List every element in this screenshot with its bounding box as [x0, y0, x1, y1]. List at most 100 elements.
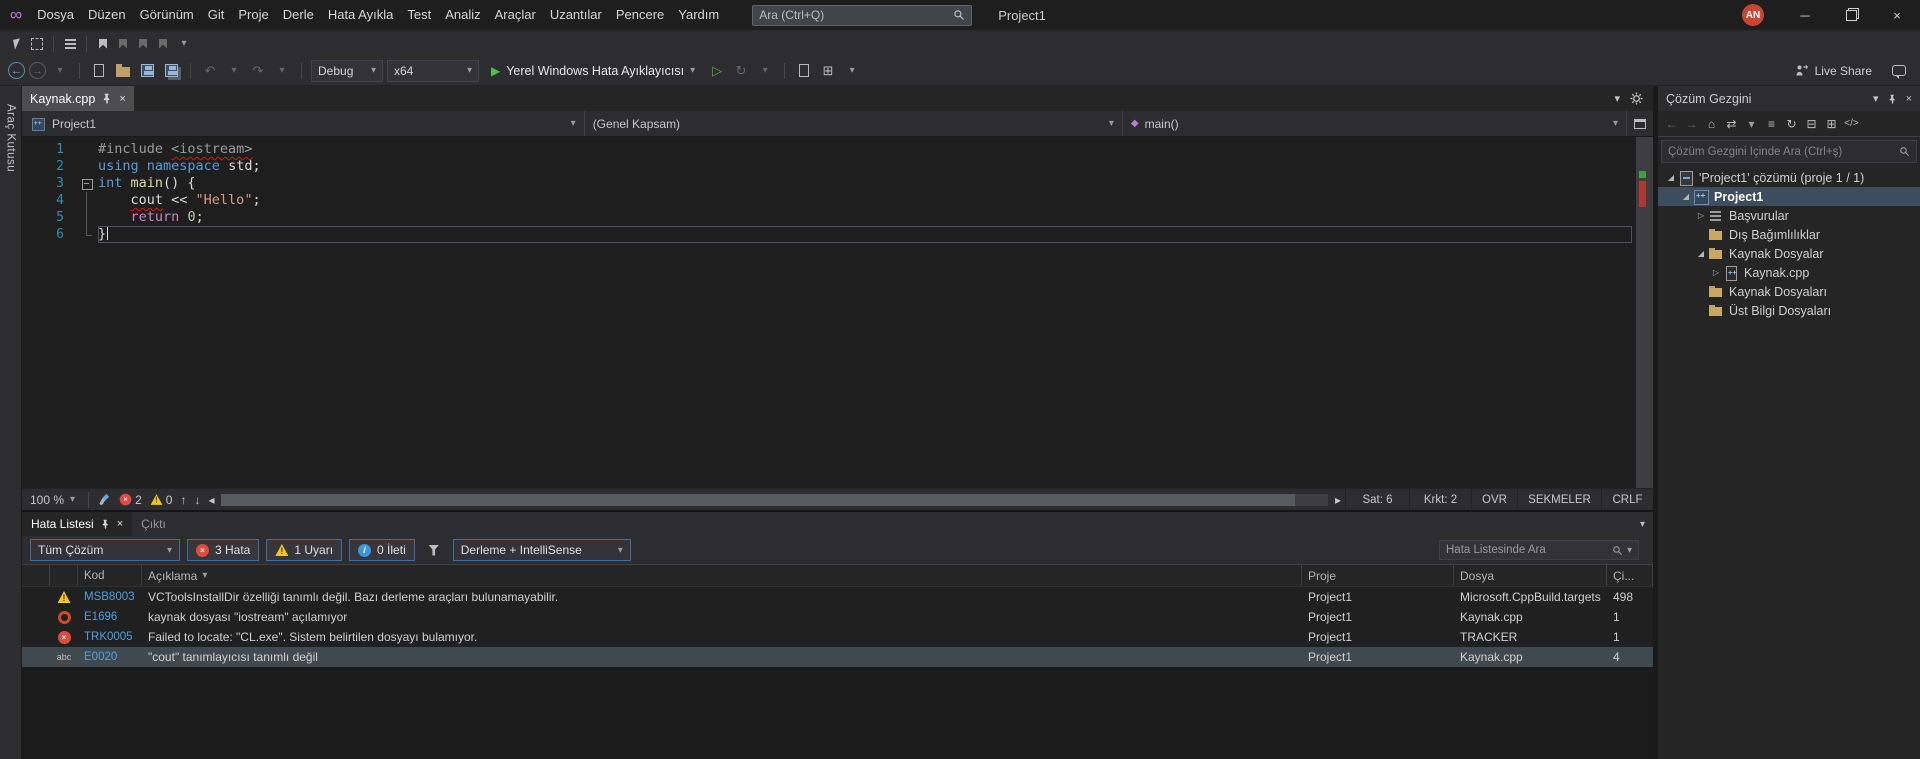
toolbar-overflow-chevron-icon[interactable]: ▾: [174, 34, 194, 54]
solution-platform-dropdown[interactable]: x64 ▾: [387, 59, 479, 82]
header-severity[interactable]: [50, 565, 78, 586]
scroll-right-icon[interactable]: ▸: [1331, 493, 1345, 507]
redo-icon[interactable]: ↷: [248, 61, 268, 81]
refresh-icon[interactable]: ↻: [1782, 114, 1801, 134]
tab-kaynak-cpp[interactable]: Kaynak.cpp ×: [22, 86, 134, 111]
code-cleanup-broom-icon[interactable]: [94, 493, 115, 506]
menu-dosya[interactable]: Dosya: [30, 0, 81, 30]
navigation-chevron-icon[interactable]: ▾: [50, 61, 70, 81]
hot-reload-icon[interactable]: ↻: [731, 61, 751, 81]
tab-output[interactable]: Çıktı: [132, 512, 175, 536]
document-warning-count[interactable]: 0: [146, 493, 177, 507]
menu-proje[interactable]: Proje: [231, 0, 275, 30]
open-file-icon[interactable]: [113, 61, 133, 81]
code-line-5[interactable]: 5 return 0;: [22, 209, 1636, 226]
solution-configuration-dropdown[interactable]: Debug ▾: [311, 59, 383, 82]
expander-icon[interactable]: ▷: [1694, 211, 1708, 220]
editor-options-gear-icon[interactable]: [1630, 92, 1643, 105]
menu-uzantılar[interactable]: Uzantılar: [543, 0, 609, 30]
editor-horizontal-scrollbar[interactable]: [221, 493, 1328, 506]
save-icon[interactable]: [137, 61, 157, 81]
error-row-E1696[interactable]: E1696 kaynak dosyası "iostream" açılamıyo…: [22, 607, 1653, 627]
scope-dropdown[interactable]: (Genel Kapsam) ▾: [584, 111, 1123, 136]
header-code[interactable]: Kod: [78, 565, 142, 586]
code-line-3[interactable]: 3 int main() {: [22, 175, 1636, 192]
next-issue-arrow-icon[interactable]: ↓: [190, 493, 204, 507]
home-icon[interactable]: ⌂: [1702, 114, 1721, 134]
new-file-icon[interactable]: [89, 61, 109, 81]
menu-yardım[interactable]: Yardım: [671, 0, 726, 30]
tree-item-kaynak-dosyaları[interactable]: Kaynak Dosyaları: [1658, 282, 1920, 301]
pending-changes-filter-icon[interactable]: ≡: [1762, 114, 1781, 134]
expander-icon[interactable]: ◢: [1679, 192, 1693, 201]
header-project[interactable]: Proje: [1302, 565, 1454, 586]
tab-error-list[interactable]: Hata Listesi ×: [22, 512, 133, 536]
error-list-search-box[interactable]: Hata Listesinde Ara ▾: [1439, 540, 1639, 560]
expander-icon[interactable]: ◢: [1694, 249, 1708, 258]
chevron-down-icon[interactable]: ▾: [1742, 114, 1761, 134]
project-dropdown[interactable]: Project1 ▾: [22, 111, 585, 136]
start-without-debugging-icon[interactable]: ▷: [707, 61, 727, 81]
close-icon[interactable]: ×: [117, 518, 123, 530]
messages-filter-button[interactable]: 0 İleti: [349, 539, 415, 561]
bookmark-toggle-icon[interactable]: [94, 35, 112, 53]
bookmark-previous-icon[interactable]: [114, 35, 132, 53]
feedback-icon[interactable]: [1892, 65, 1906, 79]
tree-item-başvurular[interactable]: ▷ Başvurular: [1658, 206, 1920, 225]
error-code[interactable]: TRK0005: [78, 631, 142, 643]
active-files-chevron-icon[interactable]: ▾: [1614, 92, 1620, 105]
start-debugging-button[interactable]: ▶ Yerel Windows Hata Ayıklayıcısı ▾: [483, 59, 703, 83]
panel-window-chevron-icon[interactable]: ▾: [1640, 519, 1645, 530]
menu-görünüm[interactable]: Görünüm: [133, 0, 201, 30]
line-display-icon[interactable]: [61, 35, 79, 53]
save-all-icon[interactable]: [161, 61, 181, 81]
chevron-down-icon[interactable]: ▾: [1627, 545, 1632, 556]
quick-search-box[interactable]: Ara (Ctrl+Q): [752, 4, 973, 26]
tree-item-project1[interactable]: ◢ Project1: [1658, 187, 1920, 206]
menu-pencere[interactable]: Pencere: [609, 0, 671, 30]
menu-hata-ayıkla[interactable]: Hata Ayıkla: [321, 0, 401, 30]
solution-explorer-title-bar[interactable]: Çözüm Gezgini ▾ ×: [1658, 86, 1920, 111]
tree-item--project1-çözümü-proje-1-1-[interactable]: ◢ 'Project1' çözümü (proje 1 / 1): [1658, 168, 1920, 187]
pin-icon[interactable]: [101, 519, 110, 529]
scope-filter-dropdown[interactable]: Tüm Çözüm ▾: [30, 539, 180, 561]
error-row-E0020[interactable]: abc E0020 "cout" tanımlayıcısı tanımlı değ…: [22, 647, 1653, 667]
window-position-chevron-icon[interactable]: ▾: [1873, 92, 1879, 105]
expander-icon[interactable]: ▷: [1709, 268, 1723, 277]
code-view-icon[interactable]: </>: [1842, 114, 1861, 134]
toolbar-overflow-chevron-icon[interactable]: ▾: [842, 61, 862, 81]
close-icon[interactable]: ×: [1906, 93, 1912, 105]
hot-reload-chevron-icon[interactable]: ▾: [755, 61, 775, 81]
document-error-count[interactable]: 2: [115, 493, 146, 507]
navigate-backward-icon[interactable]: ←: [8, 62, 25, 79]
code-editor-surface[interactable]: 1 #include <iostream> 2 using namespace std…: [22, 137, 1636, 488]
source-filter-dropdown[interactable]: Derleme + IntelliSense ▾: [452, 539, 631, 561]
header-description[interactable]: Açıklama ▾: [142, 565, 1302, 586]
undo-chevron-icon[interactable]: ▾: [224, 61, 244, 81]
solution-explorer-search-box[interactable]: Çözüm Gezgini İçinde Ara (Ctrl+ş): [1661, 140, 1917, 163]
tree-item-dış-bağımlılıklar[interactable]: Dış Bağımlılıklar: [1658, 225, 1920, 244]
bookmark-clear-icon[interactable]: [154, 35, 172, 53]
code-line-6[interactable]: 6}: [22, 226, 1636, 243]
back-icon[interactable]: ←: [1662, 114, 1681, 134]
header-line[interactable]: Çi...: [1607, 565, 1653, 586]
split-window-icon[interactable]: [1627, 111, 1653, 136]
redo-chevron-icon[interactable]: ▾: [272, 61, 292, 81]
tree-item-üst-bilgi-dosyaları[interactable]: Üst Bilgi Dosyaları: [1658, 301, 1920, 320]
zoom-dropdown[interactable]: 100 % ▾: [22, 493, 83, 507]
find-in-files-icon[interactable]: [794, 61, 814, 81]
close-button[interactable]: ×: [1874, 0, 1920, 30]
expander-icon[interactable]: ◢: [1664, 173, 1678, 182]
undo-icon[interactable]: ↶: [200, 61, 220, 81]
collapse-all-icon[interactable]: ⊟: [1802, 114, 1821, 134]
code-line-2[interactable]: 2 using namespace std;: [22, 158, 1636, 175]
header-file[interactable]: Dosya: [1454, 565, 1607, 586]
close-icon[interactable]: ×: [119, 93, 125, 105]
error-code[interactable]: E1696: [78, 611, 142, 623]
command-window-icon[interactable]: ⊞: [818, 61, 838, 81]
filter-funnel-icon[interactable]: [422, 539, 446, 561]
pin-icon[interactable]: [1888, 94, 1897, 104]
forward-icon[interactable]: →: [1682, 114, 1701, 134]
member-dropdown[interactable]: ◆ main() ▾: [1122, 111, 1627, 136]
error-code[interactable]: MSB8003: [78, 591, 142, 603]
